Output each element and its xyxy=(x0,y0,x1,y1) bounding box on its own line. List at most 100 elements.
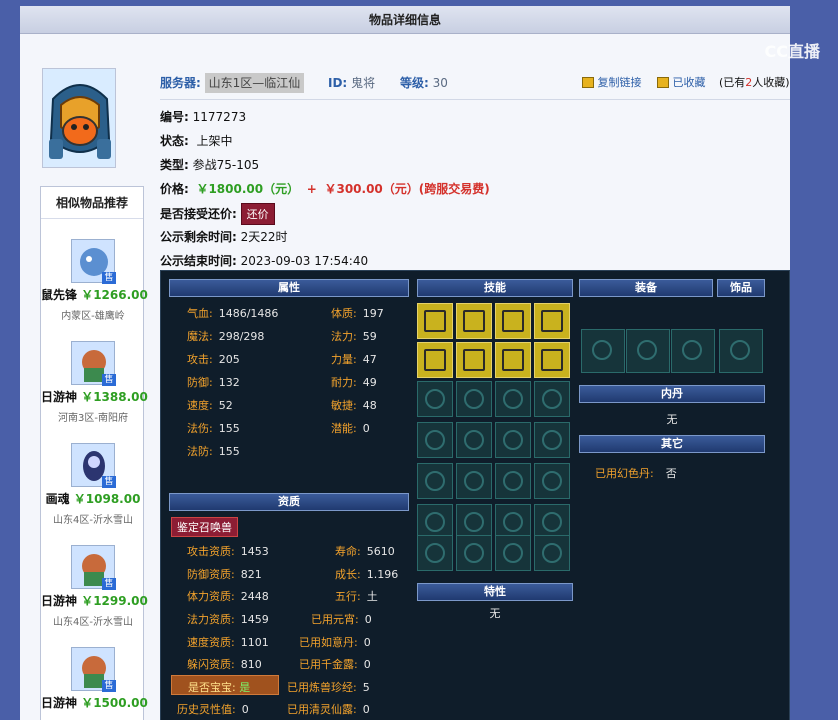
empty-skill-slot xyxy=(456,535,492,571)
stat-value: 5610 xyxy=(366,545,395,558)
pet-thumbnail: 售 xyxy=(71,341,116,386)
stat-value: 2448 xyxy=(240,590,269,603)
list-item-price: ￥1266.00 xyxy=(81,288,148,302)
empty-skill-slot xyxy=(495,463,531,499)
page-title: 物品详细信息 xyxy=(20,6,790,34)
skill-slot[interactable] xyxy=(456,342,492,378)
list-item-name-price: 画魂 ￥1098.00 xyxy=(41,490,145,507)
empty-slot-icon xyxy=(464,471,484,491)
stat-value: 132 xyxy=(218,376,240,389)
stat-key: 历史灵性值: xyxy=(177,703,236,716)
equip-slot[interactable] xyxy=(581,329,625,373)
empty-slot-icon xyxy=(542,430,562,450)
empty-skill-slot xyxy=(417,463,453,499)
skill-icon xyxy=(463,310,485,332)
empty-skill-slot xyxy=(456,422,492,458)
stat-value: 0 xyxy=(363,636,371,649)
list-item-name: 日游神 xyxy=(41,594,78,608)
stat-value: 0 xyxy=(362,422,370,435)
equip-slot[interactable] xyxy=(671,329,715,373)
end-time-label: 公示结束时间: xyxy=(160,254,237,268)
item-id-value: 1177273 xyxy=(192,110,247,124)
skill-icon xyxy=(424,310,446,332)
empty-slot-icon xyxy=(503,389,523,409)
skill-icon xyxy=(541,349,563,371)
empty-skill-slot xyxy=(456,381,492,417)
sell-badge: 售 xyxy=(102,680,116,692)
list-item[interactable]: 售 日游神 ￥1388.00 河南3区-南阳府 xyxy=(41,341,148,424)
skill-slot[interactable] xyxy=(417,342,453,378)
sell-badge: 售 xyxy=(102,476,116,488)
empty-slot-icon xyxy=(503,512,523,532)
bargain-label: 是否接受还价: xyxy=(160,207,237,221)
id-value: 鬼将 xyxy=(351,76,376,90)
skill-slot[interactable] xyxy=(534,303,570,339)
empty-skill-slot xyxy=(495,422,531,458)
list-item[interactable]: 售 日游神 ￥1500.00 xyxy=(41,647,148,715)
list-item-server: 河南3区-南阳府 xyxy=(58,413,128,424)
empty-slot-icon xyxy=(682,340,702,360)
apt-hp: 体力资质: 2448 xyxy=(187,588,269,604)
equip-slot[interactable] xyxy=(626,329,670,373)
stat-key: 寿命: xyxy=(335,545,361,558)
status-row: 状态: 上架中 xyxy=(160,132,232,149)
sell-badge: 售 xyxy=(102,578,116,590)
list-item[interactable]: 售 鼠先锋 ￥1266.00 内蒙区-雄鹰岭 xyxy=(41,239,148,322)
empty-skill-slot xyxy=(495,381,531,417)
trait-value: 无 xyxy=(489,607,501,620)
id-label: ID: xyxy=(328,76,348,90)
empty-slot-icon xyxy=(464,512,484,532)
stat-key: 攻击: xyxy=(187,353,213,366)
end-time-value: 2023-09-03 17:54:40 xyxy=(240,254,369,268)
empty-slot-icon xyxy=(425,430,445,450)
actions: 复制链接 已收藏 (已有2人收藏) xyxy=(582,74,790,90)
apt-lianshou: 已用炼兽珍经: 5 xyxy=(287,679,370,695)
list-item-name: 日游神 xyxy=(41,696,78,710)
bargain-button[interactable]: 还价 xyxy=(240,203,275,225)
similar-items-title: 相似物品推荐 xyxy=(41,187,143,219)
list-item-price: ￥1500.00 xyxy=(81,696,148,710)
remaining-row: 公示剩余时间: 2天22时 xyxy=(160,228,288,245)
stat-value: 49 xyxy=(362,376,377,389)
empty-slot-icon xyxy=(542,389,562,409)
fav-count-suffix: 人收藏) xyxy=(752,76,790,89)
empty-skill-slot xyxy=(417,381,453,417)
other-header: 其它 xyxy=(579,435,765,453)
list-item-server: 内蒙区-雄鹰岭 xyxy=(61,311,125,322)
empty-slot-icon xyxy=(503,543,523,563)
stat-value: 1.196 xyxy=(366,568,399,581)
attr-strength: 力量: 47 xyxy=(331,351,377,367)
skill-icon xyxy=(541,310,563,332)
skill-slot[interactable] xyxy=(534,342,570,378)
list-item-name: 日游神 xyxy=(41,390,78,404)
copy-link-button[interactable]: 复制链接 xyxy=(598,76,642,89)
attr-hp: 气血: 1486/1486 xyxy=(187,305,278,321)
skill-slot[interactable] xyxy=(456,303,492,339)
favorite-icon xyxy=(657,77,669,88)
stat-value: 59 xyxy=(362,330,377,343)
stat-key: 躲闪资质: xyxy=(187,658,235,671)
appraise-pet-button[interactable]: 鉴定召唤兽 xyxy=(171,517,238,537)
apt-qianjinlu: 已用千金露: 0 xyxy=(299,656,371,672)
attr-magic-defense: 法防: 155 xyxy=(187,443,240,459)
stat-value: 48 xyxy=(362,399,377,412)
empty-slot-icon xyxy=(425,512,445,532)
skill-slot[interactable] xyxy=(417,303,453,339)
favorited-button[interactable]: 已收藏 xyxy=(673,76,706,89)
pet-thumbnail: 售 xyxy=(71,239,116,284)
ornament-slot[interactable] xyxy=(719,329,763,373)
list-item[interactable]: 售 日游神 ￥1299.00 山东4区-沂水雪山 xyxy=(41,545,148,628)
stat-value: 155 xyxy=(218,422,240,435)
apt-element: 五行: 土 xyxy=(335,588,378,604)
skill-slot[interactable] xyxy=(495,342,531,378)
list-item-server: 山东4区-沂水雪山 xyxy=(53,515,133,526)
stat-key: 气血: xyxy=(187,307,213,320)
stat-key: 体力资质: xyxy=(187,590,235,603)
list-item[interactable]: 售 画魂 ￥1098.00 山东4区-沂水雪山 xyxy=(41,443,145,526)
similar-items-panel: 相似物品推荐 售 鼠先锋 ￥1266.00 内蒙区-雄鹰岭 售 日游神 ￥138… xyxy=(40,186,148,720)
skill-slot[interactable] xyxy=(495,303,531,339)
empty-skill-slot xyxy=(534,463,570,499)
stat-key: 速度资质: xyxy=(187,636,235,649)
price-plus: + xyxy=(306,182,317,196)
stat-value: 0 xyxy=(363,658,371,671)
